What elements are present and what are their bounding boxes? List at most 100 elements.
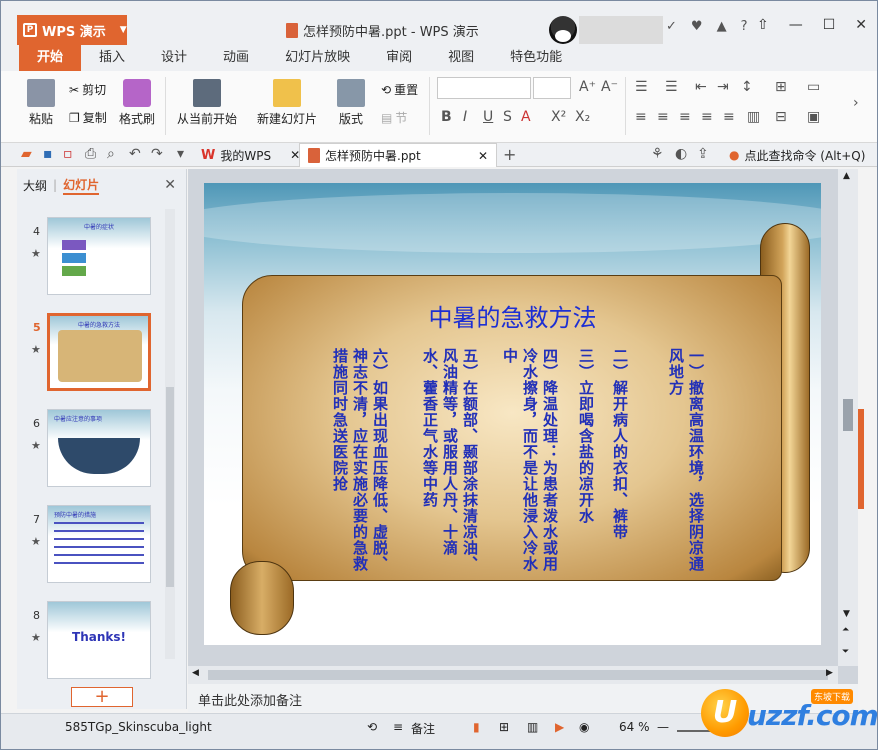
qq-avatar-icon[interactable] <box>549 16 577 44</box>
cut-button[interactable]: ✂ 剪切 <box>69 81 106 98</box>
share-icon[interactable]: ⇪ <box>697 146 709 162</box>
slide-text-item[interactable]: 一）撤离高温环境，选择阴凉通风地方 <box>666 348 706 578</box>
notes-toggle-button[interactable]: 备注 <box>411 720 435 737</box>
slide-text-item[interactable]: 三）立即喝含盐的凉开水 <box>576 348 596 578</box>
tab-review[interactable]: 审阅 <box>368 45 430 71</box>
print-preview-icon[interactable]: ⌕ <box>107 146 115 162</box>
tab-my-wps[interactable]: W 我的WPS ✕ <box>193 143 308 167</box>
slide-title[interactable]: 中暑的急救方法 <box>204 298 821 333</box>
shrink-font-icon[interactable]: A⁻ <box>601 79 618 95</box>
check-icon[interactable]: ✓ <box>666 19 677 34</box>
numbering-icon[interactable]: ☰ <box>665 79 678 95</box>
tab-special[interactable]: 特色功能 <box>492 45 580 71</box>
scroll-right-icon[interactable]: ▶ <box>826 668 833 678</box>
slide-text-item[interactable]: 四）降温处理：为患者泼水或用冷水擦身，而不是让他浸入冷水中 <box>500 348 560 578</box>
doc-compare-icon[interactable]: ◐ <box>675 146 687 162</box>
scroll-left-icon[interactable]: ◀ <box>192 668 199 678</box>
columns-icon[interactable]: ▥ <box>747 109 760 125</box>
editor-horizontal-scrollbar[interactable]: ◀ ▶ <box>188 666 838 684</box>
slide-thumb-row[interactable]: 6 ★ 中暑应注意的事项 <box>17 409 177 489</box>
save-icon[interactable]: ▪ <box>43 146 53 162</box>
history-icon[interactable]: ⟲ <box>367 720 377 734</box>
tab-outline[interactable]: 大纲 <box>23 177 47 194</box>
tab-document[interactable]: 怎样预防中暑.ppt ✕ <box>299 143 497 167</box>
format-painter-button[interactable]: 格式刷 <box>119 79 155 127</box>
command-search[interactable]: ● 点此查找命令 (Alt+Q) <box>721 143 873 167</box>
copy-button[interactable]: ❐ 复制 <box>69 109 107 126</box>
reset-button[interactable]: ⟲ 重置 <box>381 81 418 98</box>
slide-thumb-row[interactable]: 5 ★ 中暑的急救方法 <box>17 313 177 393</box>
italic-icon[interactable]: I <box>463 109 467 125</box>
next-slide-icon[interactable]: ⏷ <box>842 647 849 657</box>
thumbnail-scrollbar[interactable] <box>165 209 175 659</box>
line-spacing-icon[interactable]: ↕ <box>741 79 753 95</box>
distribute-icon[interactable]: ≡ <box>723 109 735 125</box>
user-account-area[interactable] <box>579 16 663 44</box>
notes-toggle-icon[interactable]: ≡ <box>393 720 403 734</box>
scroll-up-icon[interactable]: ▲ <box>843 171 850 181</box>
reading-view-icon[interactable]: ▥ <box>527 720 538 734</box>
new-tab-plus-icon[interactable]: + <box>503 145 516 164</box>
slide-thumb-row[interactable]: 4 ★ 中暑的症状 <box>17 217 177 297</box>
slide-thumbnail[interactable]: Thanks! <box>47 601 151 679</box>
bold-icon[interactable]: B <box>441 109 452 125</box>
scrollbar-thumb[interactable] <box>166 387 174 587</box>
scroll-down-icon[interactable]: ▼ <box>843 609 850 619</box>
subscript-icon[interactable]: X₂ <box>575 109 590 125</box>
tab-slideshow[interactable]: 幻灯片放映 <box>267 45 368 71</box>
insert-shape-icon[interactable]: ▭ <box>807 79 820 95</box>
align-left-icon[interactable]: ≡ <box>635 109 647 125</box>
superscript-icon[interactable]: X² <box>551 109 566 125</box>
tab-design[interactable]: 设计 <box>143 45 205 71</box>
scrollbar-thumb[interactable] <box>843 399 853 431</box>
text-direction-icon[interactable]: ⊟ <box>775 109 787 125</box>
editor-vertical-scrollbar[interactable]: ▲ ▼ ⏶ ⏷ <box>838 169 858 666</box>
help-icon[interactable]: ? <box>741 19 748 34</box>
new-slide-button[interactable]: 新建幻灯片 <box>257 79 317 127</box>
tab-home[interactable]: 开始 <box>19 45 82 71</box>
section-button[interactable]: ▤ 节 <box>381 109 407 126</box>
side-panel-handle[interactable] <box>858 409 864 509</box>
slide-thumb-row[interactable]: 8 ★ Thanks! <box>17 601 177 681</box>
translate-icon[interactable]: ⚘ <box>651 146 664 162</box>
pdf-icon[interactable]: ▫ <box>63 146 73 162</box>
maximize-icon[interactable]: ☐ <box>823 17 836 33</box>
close-tab-icon[interactable]: ✕ <box>478 149 488 163</box>
prev-slide-icon[interactable]: ⏶ <box>842 625 849 635</box>
slide-thumb-row[interactable]: 7 ★ 预防中暑的措施 <box>17 505 177 585</box>
open-folder-icon[interactable]: ▰ <box>21 146 32 162</box>
tab-view[interactable]: 视图 <box>430 45 492 71</box>
slide-text-item[interactable]: 五）在额部、颞部涂抹清凉油、风油精等，或服用人丹、十滴水、藿香正气水等中药 <box>420 348 480 578</box>
normal-view-icon[interactable]: ▮ <box>473 720 480 734</box>
close-pane-icon[interactable]: ✕ <box>164 177 176 193</box>
scrollbar-thumb[interactable] <box>208 670 828 680</box>
add-slide-button[interactable]: + <box>71 687 133 707</box>
tab-slides[interactable]: 幻灯片 <box>63 176 100 195</box>
layout-button[interactable]: 版式 <box>337 79 365 127</box>
arrange-icon[interactable]: ⊞ <box>775 79 787 95</box>
text-box-icon[interactable]: ▣ <box>807 109 820 125</box>
slideshow-icon[interactable]: ▶ <box>555 720 564 734</box>
customize-icon[interactable]: ▾ <box>177 146 184 162</box>
redo-icon[interactable]: ↷ <box>151 146 163 162</box>
zoom-out-icon[interactable]: — <box>657 720 669 734</box>
slide-thumbnail[interactable]: 预防中暑的措施 <box>47 505 151 583</box>
tab-animation[interactable]: 动画 <box>205 45 267 71</box>
close-icon[interactable]: ✕ <box>855 17 867 33</box>
font-size-select[interactable] <box>533 77 571 99</box>
paste-button[interactable]: 粘贴 <box>27 79 55 127</box>
slide-thumbnail-selected[interactable]: 中暑的急救方法 <box>47 313 151 391</box>
grow-font-icon[interactable]: A⁺ <box>579 79 596 95</box>
bullets-icon[interactable]: ☰ <box>635 79 648 95</box>
wps-menu-button[interactable]: P WPS 演示 ▼ <box>17 15 127 45</box>
slide-sorter-icon[interactable]: ⊞ <box>499 720 509 734</box>
play-from-current-button[interactable]: 从当前开始 <box>177 79 237 127</box>
tab-insert[interactable]: 插入 <box>81 45 143 71</box>
align-right-icon[interactable]: ≡ <box>679 109 691 125</box>
zoom-level[interactable]: 64 % <box>619 720 650 734</box>
undo-icon[interactable]: ↶ <box>129 146 141 162</box>
outdent-icon[interactable]: ⇥ <box>717 79 729 95</box>
font-color-icon[interactable]: A <box>521 109 531 125</box>
minimize-icon[interactable]: — <box>789 17 803 33</box>
slide-text-item[interactable]: 六）如果出现血压降低、虚脱、神志不清，应在实施必要的急救措施同时急送医院抢 <box>330 348 390 578</box>
